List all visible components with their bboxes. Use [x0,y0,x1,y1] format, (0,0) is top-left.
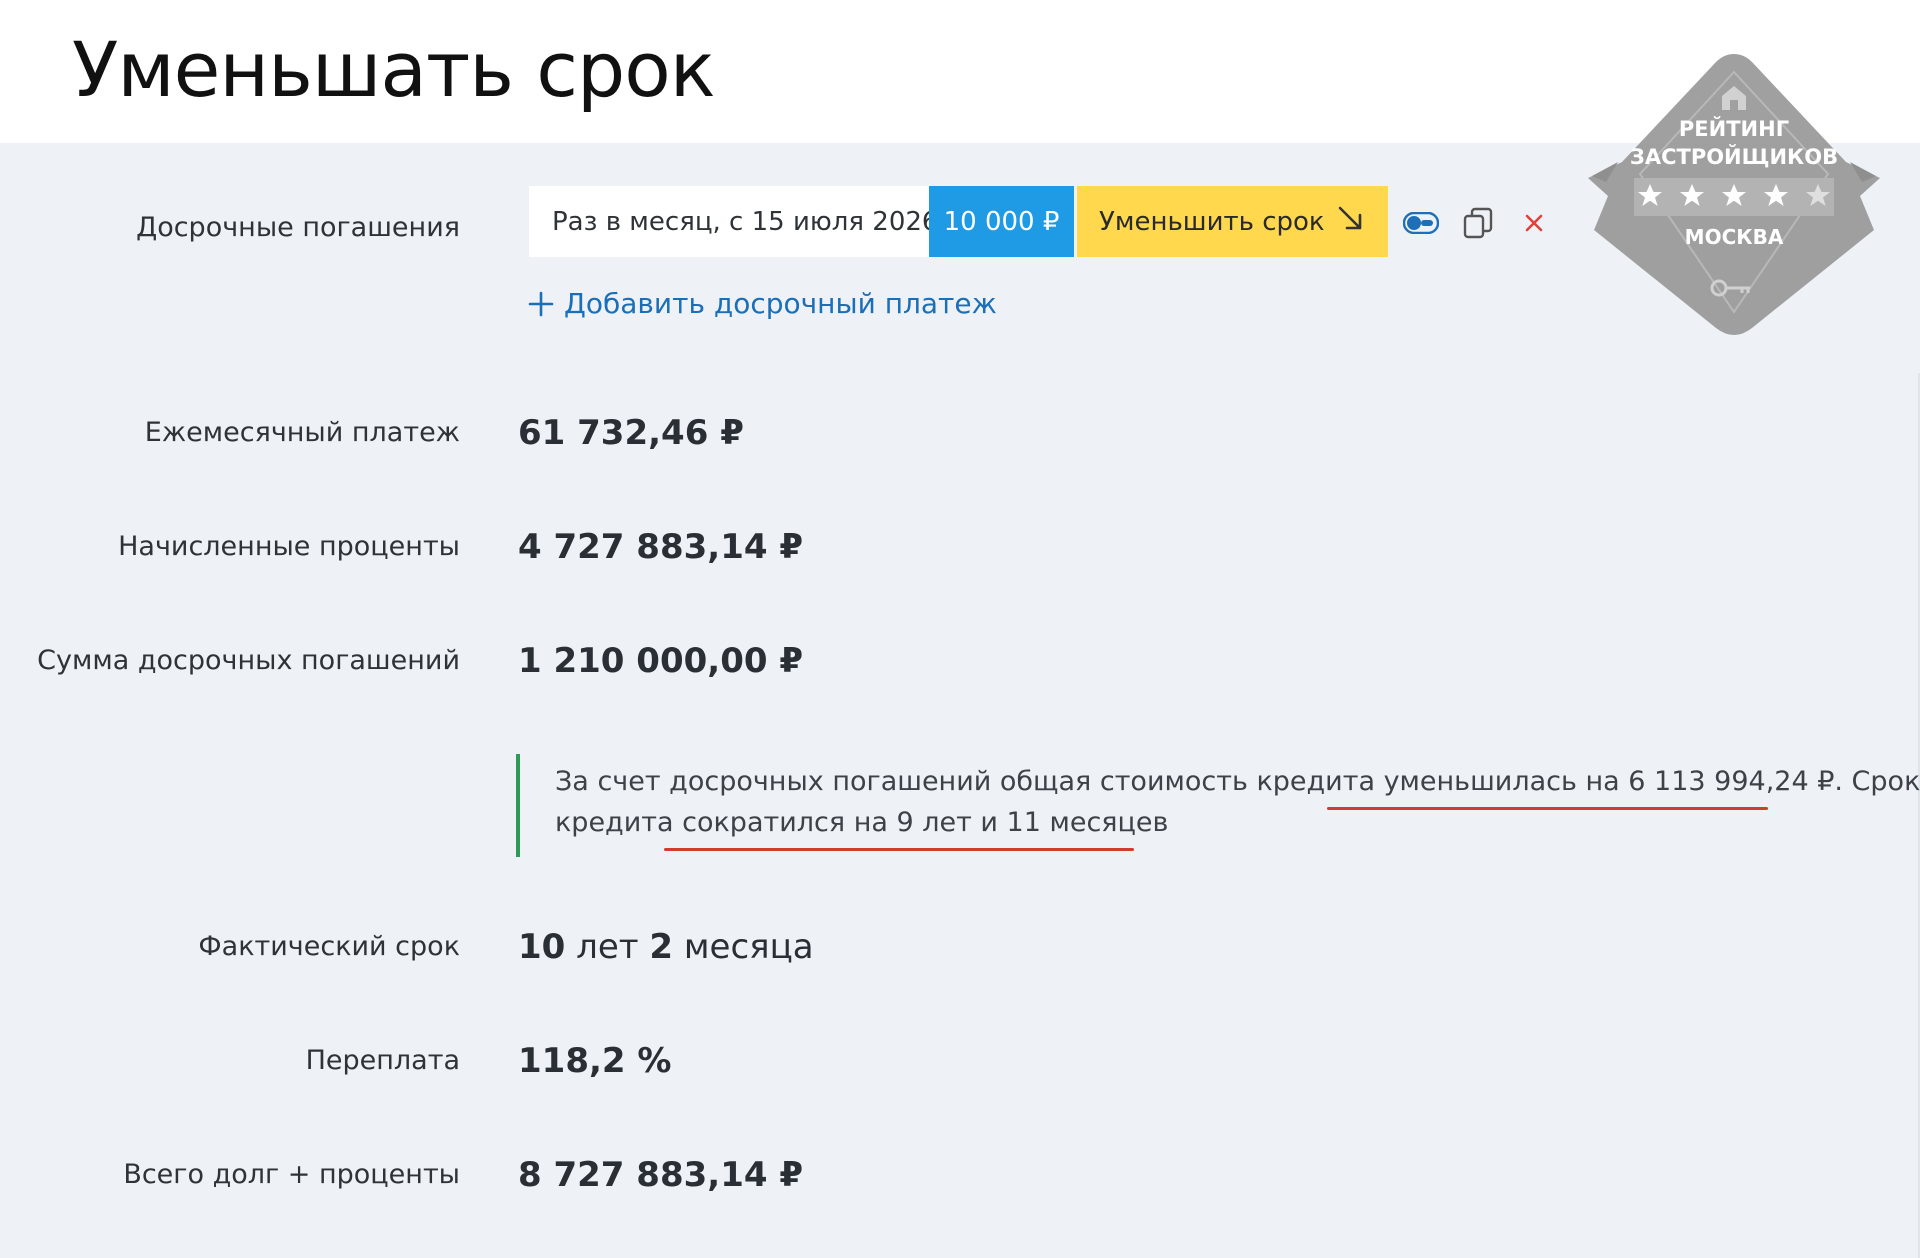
monthly-payment-value: 61 732,46 ₽ [518,413,744,453]
overpayment-label: Переплата [305,1045,460,1076]
badge-line-2: ЗАСТРОЙЩИКОВ [1630,144,1838,169]
delete-icon[interactable] [1516,205,1552,241]
copy-icon[interactable] [1460,205,1496,241]
toggle-switch[interactable] [1403,205,1439,241]
badge-line-1: РЕЙТИНГ [1679,116,1789,141]
actual-term-value: 10 лет 2 месяца [518,927,814,967]
total-label: Всего долг + проценты [123,1159,460,1190]
prepayment-entry: Раз в месяц, с 15 июля 2026 10 000 ₽ Уме… [529,186,1388,257]
term-months-unit: месяца [683,927,814,967]
savings-note-line-1: За счет досрочных погашений общая стоимо… [555,766,1920,797]
interest-label: Начисленные проценты [118,531,460,562]
plus-icon [528,291,554,316]
savings-note: За счет досрочных погашений общая стоимо… [516,754,1920,857]
badge-city: МОСКВА [1685,225,1784,249]
page-title: Уменьшать срок [72,25,716,114]
highlight-underline [664,848,1134,851]
monthly-payment-label: Ежемесячный платеж [144,417,460,448]
highlight-underline [1327,807,1768,810]
add-prepayment-link[interactable]: Добавить досрочный платеж [528,287,997,320]
savings-note-line-2: кредита сократился на 9 лет и 11 месяцев [555,807,1169,838]
prepayments-label: Досрочные погашения [136,212,460,243]
total-value: 8 727 883,14 ₽ [518,1155,803,1195]
overpayment-value: 118,2 % [518,1041,672,1081]
rating-badge-logo: РЕЙТИНГ ЗАСТРОЙЩИКОВ МОСКВА [1588,54,1880,335]
add-prepayment-label: Добавить досрочный платеж [564,287,997,320]
arrow-down-right-icon [1336,203,1366,240]
term-years-unit: лет [576,927,639,967]
actual-term-label: Фактический срок [198,931,460,962]
term-years: 10 [518,927,566,967]
prepayment-mode-label: Уменьшить срок [1099,206,1325,237]
term-months: 2 [649,927,674,967]
prepayment-schedule-field[interactable]: Раз в месяц, с 15 июля 2026 [529,186,938,257]
prepayment-amount-field[interactable]: 10 000 ₽ [929,186,1074,257]
prepayment-mode-select[interactable]: Уменьшить срок [1077,186,1388,257]
interest-value: 4 727 883,14 ₽ [518,527,803,567]
prepay-total-value: 1 210 000,00 ₽ [518,641,803,681]
prepay-total-label: Сумма досрочных погашений [37,645,460,676]
